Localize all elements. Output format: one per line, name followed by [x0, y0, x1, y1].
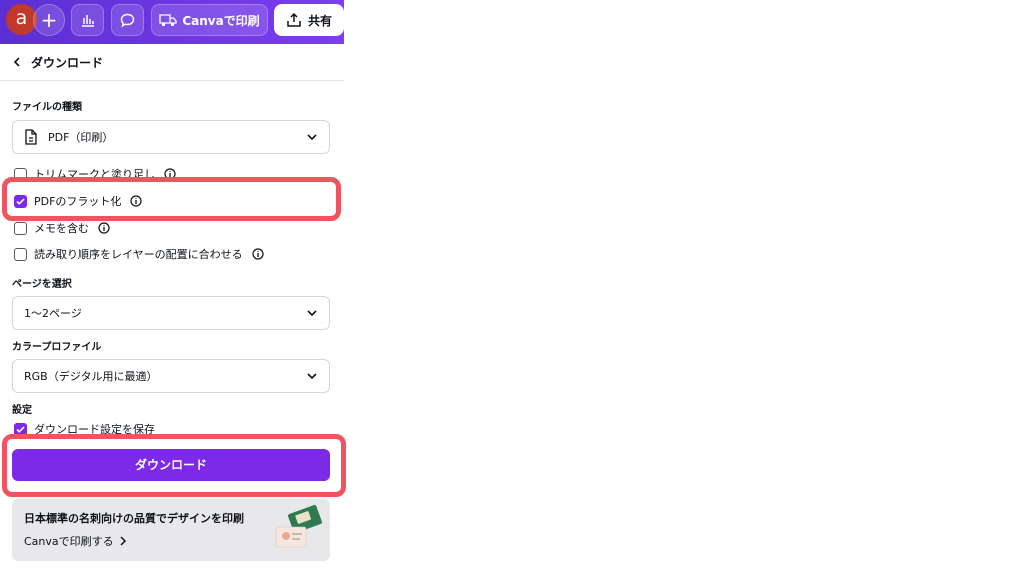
color-profile-select[interactable]: RGB（デジタル用に最適）: [12, 359, 330, 393]
bar-chart-icon: [81, 15, 94, 27]
document-icon: [25, 129, 37, 145]
editor-topbar: a + Canvaで印刷 共有: [0, 0, 344, 44]
chevron-right-icon: [120, 536, 126, 546]
reading-order-checkbox[interactable]: [14, 247, 27, 261]
delivery-truck-icon: [159, 14, 177, 27]
color-profile-label: カラープロファイル: [12, 342, 102, 353]
insights-button[interactable]: [71, 4, 104, 36]
back-chevron-icon[interactable]: [11, 54, 27, 70]
share-button-label: 共有: [307, 13, 332, 28]
info-icon[interactable]: [252, 248, 264, 260]
pages-label: ページを選択: [12, 279, 72, 290]
file-type-label: ファイルの種類: [12, 102, 82, 113]
settings-label: 設定: [12, 405, 32, 416]
highlight-flatten-pdf: [2, 177, 341, 221]
business-cards-illustration: [275, 505, 322, 548]
print-promo-card[interactable]: 日本標準の名刺向けの品質でデザインを印刷 Canvaで印刷する: [12, 499, 330, 561]
checkmark-icon: [16, 425, 25, 433]
option-include-notes[interactable]: メモを含む: [14, 220, 110, 236]
info-icon[interactable]: [98, 222, 110, 234]
include-notes-label: メモを含む: [34, 222, 89, 235]
comment-icon: [120, 13, 135, 28]
include-notes-checkbox[interactable]: [14, 221, 27, 235]
print-with-canva-button[interactable]: Canvaで印刷: [151, 4, 268, 36]
pages-select[interactable]: 1〜2ページ: [12, 296, 330, 330]
reading-order-label: 読み取り順序をレイヤーの配置に合わせる: [34, 248, 243, 261]
add-button[interactable]: +: [33, 4, 65, 36]
print-button-label: Canvaで印刷: [182, 13, 260, 28]
panel-header: ダウンロード: [0, 44, 344, 81]
chevron-down-icon: [307, 373, 317, 380]
chevron-down-icon: [307, 134, 317, 141]
color-profile-value: RGB（デジタル用に最適）: [24, 370, 158, 383]
pages-value: 1〜2ページ: [24, 307, 82, 320]
promo-title: 日本標準の名刺向けの品質でデザインを印刷: [24, 512, 244, 525]
promo-link-label: Canvaで印刷する: [24, 535, 114, 548]
panel-title: ダウンロード: [31, 55, 104, 70]
promo-link[interactable]: Canvaで印刷する: [24, 533, 128, 549]
highlight-download-button: [2, 434, 346, 497]
comment-button[interactable]: [111, 4, 144, 36]
share-upload-icon: [287, 12, 301, 27]
option-reading-order[interactable]: 読み取り順序をレイヤーの配置に合わせる: [14, 246, 264, 262]
plus-icon: +: [40, 8, 58, 32]
share-button[interactable]: 共有: [274, 4, 344, 36]
file-type-select[interactable]: PDF（印刷）: [12, 120, 330, 154]
file-type-value: PDF（印刷）: [48, 131, 114, 144]
chevron-down-icon: [307, 310, 317, 317]
